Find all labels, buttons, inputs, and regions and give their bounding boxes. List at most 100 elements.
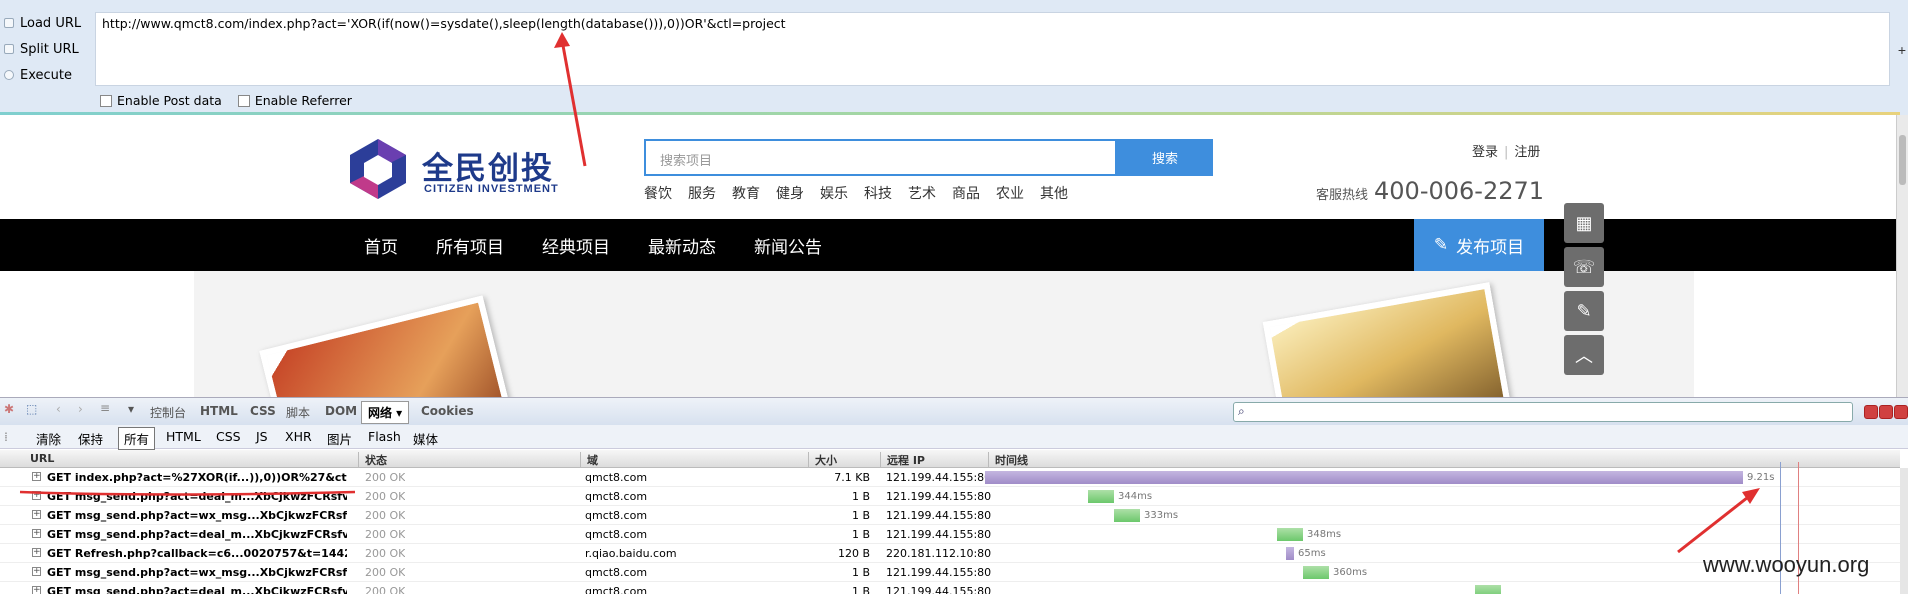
category-link[interactable]: 艺术: [908, 183, 936, 203]
category-link[interactable]: 商品: [952, 183, 980, 203]
table-row[interactable]: + GET index.php?act=%27XOR(if...)),0))OR%…: [0, 468, 1900, 487]
hero-banner: [194, 271, 1694, 397]
expand-row-icon[interactable]: +: [32, 586, 41, 594]
expand-row-icon[interactable]: +: [32, 491, 41, 500]
site-search-input[interactable]: 搜索项目: [644, 139, 1117, 176]
request-ip: 121.199.44.155:80: [886, 471, 992, 484]
filter-images[interactable]: 图片: [327, 429, 352, 448]
nav-item-news[interactable]: 最新动态: [648, 233, 716, 258]
scrollbar-thumb[interactable]: [1899, 135, 1906, 185]
minimize-icon[interactable]: [1864, 405, 1878, 419]
filter-media[interactable]: 媒体: [413, 429, 438, 448]
col-status[interactable]: 状态: [358, 452, 387, 468]
expand-row-icon[interactable]: +: [32, 472, 41, 481]
col-remote-ip[interactable]: 远程 IP: [880, 452, 925, 468]
nav-item-all-projects[interactable]: 所有项目: [436, 233, 504, 258]
nav-item-announcements[interactable]: 新闻公告: [754, 233, 822, 258]
request-status: 200 OK: [365, 566, 406, 579]
main-nav: 首页 所有项目 经典项目 最新动态 新闻公告 ✎ 发布项目: [0, 219, 1900, 271]
tab-css[interactable]: CSS: [250, 404, 276, 418]
firebug-bug-icon[interactable]: ✱: [4, 402, 14, 416]
login-link[interactable]: 登录: [1472, 145, 1498, 160]
filter-flash[interactable]: Flash: [368, 429, 401, 444]
category-link[interactable]: 教育: [732, 183, 760, 203]
tab-net[interactable]: 网络 ▾: [361, 401, 410, 424]
filter-css[interactable]: CSS: [216, 429, 241, 444]
hackbar-options: Enable Post data Enable Referrer: [100, 90, 352, 110]
logo-text-cn: 全民创投: [422, 151, 554, 187]
qrcode-icon[interactable]: ▦: [1564, 203, 1604, 243]
firebug-search-input[interactable]: ⌕: [1233, 402, 1853, 422]
expand-row-icon[interactable]: +: [32, 548, 41, 557]
request-domain: qmct8.com: [585, 509, 648, 522]
timeline-label: 65ms: [1298, 548, 1326, 559]
detach-icon[interactable]: [1879, 405, 1893, 419]
phone-icon[interactable]: ☏: [1564, 247, 1604, 287]
pane-toggle-icon[interactable]: ⁞: [4, 429, 8, 444]
col-domain[interactable]: 域: [580, 452, 598, 468]
inspect-icon[interactable]: ⬚: [26, 402, 37, 416]
site-search-button[interactable]: 搜索: [1117, 139, 1213, 176]
nav-item-home[interactable]: 首页: [364, 233, 398, 258]
filter-js[interactable]: JS: [256, 429, 268, 444]
col-url[interactable]: URL: [24, 452, 54, 468]
persist-button[interactable]: 保持: [78, 429, 103, 448]
edit-icon[interactable]: ✎: [1564, 291, 1604, 331]
filter-all[interactable]: 所有: [118, 427, 156, 450]
table-row[interactable]: + GET msg_send.php?act=wx_msg...XbCjkwzFC…: [0, 563, 1900, 582]
category-link[interactable]: 农业: [996, 183, 1024, 203]
request-ip: 121.199.44.155:80: [886, 528, 992, 541]
register-link[interactable]: 注册: [1514, 145, 1540, 160]
timeline-bar: [1277, 528, 1303, 541]
expand-row-icon[interactable]: +: [32, 510, 41, 519]
category-link[interactable]: 其他: [1040, 183, 1068, 203]
nav-item-classic[interactable]: 经典项目: [542, 233, 610, 258]
forward-icon[interactable]: ›: [78, 402, 83, 416]
close-icon[interactable]: [1894, 405, 1908, 419]
tab-html[interactable]: HTML: [200, 404, 238, 418]
split-url-button[interactable]: Split URL: [4, 39, 79, 59]
expand-icon[interactable]: +: [1898, 42, 1906, 58]
site-logo[interactable]: 全民创投 CITIZEN INVESTMENT: [346, 137, 566, 201]
request-status: 200 OK: [365, 528, 406, 541]
page-scrollbar[interactable]: [1896, 115, 1908, 397]
clear-button[interactable]: 清除: [36, 429, 61, 448]
col-size[interactable]: 大小: [808, 452, 837, 468]
category-link[interactable]: 娱乐: [820, 183, 848, 203]
execute-button[interactable]: Execute: [4, 65, 72, 85]
category-link[interactable]: 科技: [864, 183, 892, 203]
filter-xhr[interactable]: XHR: [285, 429, 312, 444]
category-link[interactable]: 服务: [688, 183, 716, 203]
table-row[interactable]: + GET msg_send.php?act=deal_m...XbCjkwzFC…: [0, 487, 1900, 506]
table-row[interactable]: + GET Refresh.php?callback=c6...0020757&t…: [0, 544, 1900, 563]
expand-row-icon[interactable]: +: [32, 529, 41, 538]
table-row[interactable]: + GET msg_send.php?act=deal_m...XbCjkwzFC…: [0, 525, 1900, 544]
hackbar-buttons: Load URL Split URL Execute: [0, 0, 90, 115]
tab-dom[interactable]: DOM: [325, 404, 357, 418]
request-domain: qmct8.com: [585, 566, 648, 579]
back-to-top-icon[interactable]: ︿: [1564, 335, 1604, 375]
back-icon[interactable]: ‹: [56, 402, 61, 416]
tab-script[interactable]: 脚本: [286, 404, 310, 421]
publish-project-button[interactable]: ✎ 发布项目: [1414, 219, 1544, 271]
menu-icon[interactable]: ≡: [100, 401, 110, 415]
enable-post-checkbox[interactable]: Enable Post data: [100, 93, 222, 108]
table-row[interactable]: + GET msg_send.php?act=wx_msg...XbCjkwzFC…: [0, 506, 1900, 525]
tab-console[interactable]: 控制台: [150, 404, 186, 421]
filter-html[interactable]: HTML: [166, 429, 201, 444]
load-url-button[interactable]: Load URL: [4, 13, 81, 33]
dropdown-icon[interactable]: ▾: [128, 402, 134, 416]
category-link[interactable]: 餐饮: [644, 183, 672, 203]
hackbar-url-input[interactable]: http://www.qmct8.com/index.php?act='XOR(…: [95, 12, 1890, 86]
tab-cookies[interactable]: Cookies: [421, 404, 474, 418]
request-domain: qmct8.com: [585, 490, 648, 503]
enable-referrer-checkbox[interactable]: Enable Referrer: [237, 93, 352, 108]
request-status: 200 OK: [365, 471, 406, 484]
table-row[interactable]: + GET msg_send.php?act=deal_m...XbCjkwzFC…: [0, 582, 1900, 594]
banner-photo: [259, 295, 519, 397]
col-timeline[interactable]: 时间线: [988, 452, 1028, 468]
search-icon: ⌕: [1238, 404, 1245, 418]
firebug-scrollbar[interactable]: [1900, 468, 1908, 594]
expand-row-icon[interactable]: +: [32, 567, 41, 576]
category-link[interactable]: 健身: [776, 183, 804, 203]
